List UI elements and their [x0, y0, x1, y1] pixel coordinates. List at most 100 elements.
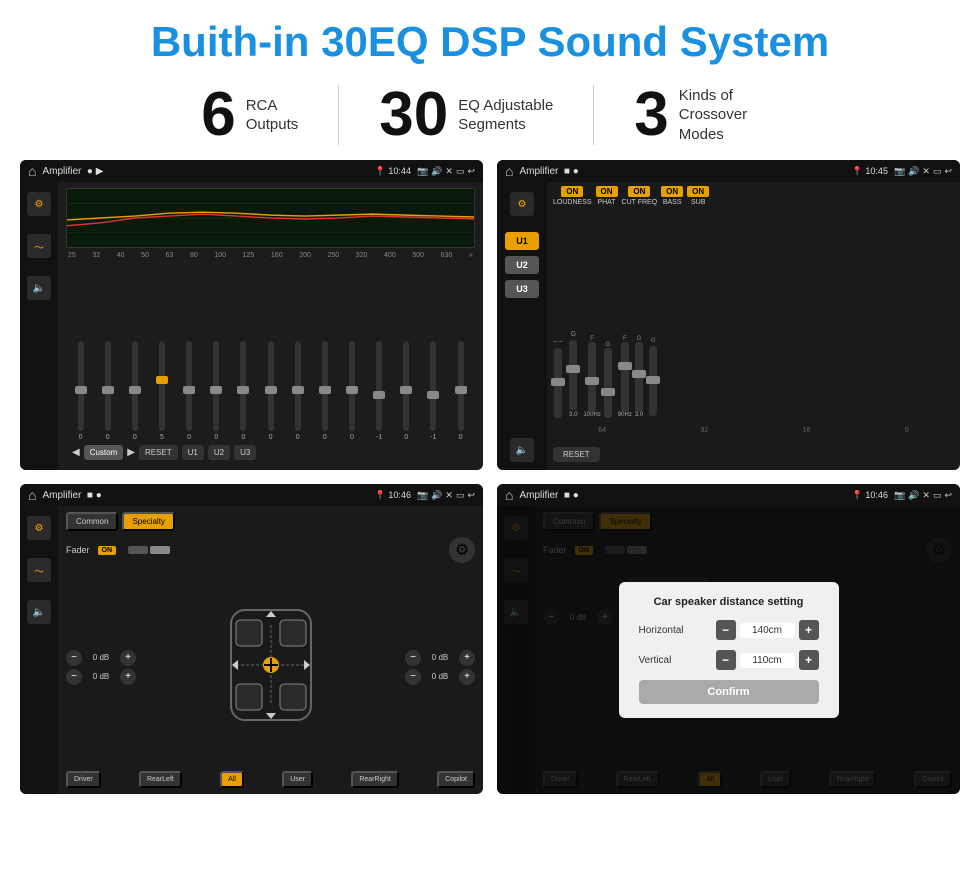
back-icon[interactable]: ↩: [467, 166, 475, 177]
cutfreq-toggle[interactable]: ON CUT FREQ: [622, 186, 658, 206]
eq-icon[interactable]: ⚙: [27, 192, 51, 216]
eq-slider-8[interactable]: 0: [258, 341, 283, 441]
camera-icon: 📷: [417, 166, 428, 177]
eq-slider-11[interactable]: 0: [339, 341, 364, 441]
speaker-icon-3[interactable]: 🔈: [27, 600, 51, 624]
status-bar-4: ⌂ Amplifier ■ ● 📍 10:46 📷 🔊 ✕ ▭ ↩: [497, 484, 960, 506]
eq-slider-2[interactable]: 0: [95, 341, 120, 441]
cutfreq-label: CUT FREQ: [622, 199, 658, 206]
vertical-value: 110cm: [740, 653, 795, 668]
sub-toggle[interactable]: ON SUB: [687, 186, 709, 206]
eq-icon-2[interactable]: ⚙: [510, 192, 534, 216]
sub-on: ON: [687, 186, 709, 197]
speaker-icon-2[interactable]: 🔈: [510, 438, 534, 462]
cutfreq-on: ON: [628, 186, 650, 197]
copilot-button[interactable]: Copilot: [437, 771, 475, 788]
eq-slider-15[interactable]: 0: [448, 341, 473, 441]
custom-button[interactable]: Custom: [84, 445, 124, 460]
stats-row: 6 RCAOutputs 30 EQ AdjustableSegments 3 …: [0, 76, 980, 160]
settings-icon[interactable]: ⚙: [449, 537, 475, 563]
prev-icon[interactable]: ◀: [72, 447, 80, 458]
user-button[interactable]: User: [282, 771, 313, 788]
vol-fr-minus[interactable]: −: [405, 650, 421, 666]
stat-rca-number: 6: [201, 84, 235, 146]
back-icon-2[interactable]: ↩: [944, 166, 952, 177]
fader-on-toggle[interactable]: ON: [98, 546, 117, 555]
next-icon[interactable]: ▶: [127, 447, 135, 458]
u1-button-eq[interactable]: U1: [182, 445, 204, 460]
fader-controls: − 0 dB + − 0 dB +: [66, 569, 475, 765]
tab-common[interactable]: Common: [66, 512, 118, 531]
vertical-minus[interactable]: −: [716, 650, 736, 670]
confirm-button[interactable]: Confirm: [639, 680, 819, 704]
reset-button-eq[interactable]: RESET: [139, 445, 178, 460]
vol-fl-minus[interactable]: −: [66, 650, 82, 666]
minus-icon-2: ▭: [933, 166, 942, 177]
back-icon-3[interactable]: ↩: [467, 490, 475, 501]
vertical-control: − 110cm +: [716, 650, 819, 670]
wave-icon[interactable]: 〜: [27, 234, 51, 258]
eq-slider-3[interactable]: 0: [122, 341, 147, 441]
eq-slider-4[interactable]: 5: [149, 341, 174, 441]
fader-header: Fader ON ⚙: [66, 537, 475, 563]
close-icon-2: ✕: [922, 166, 930, 177]
screen1-time: 📍 10:44: [375, 166, 411, 177]
screen4-time: 📍 10:46: [852, 490, 888, 501]
screen-dialog: ⌂ Amplifier ■ ● 📍 10:46 📷 🔊 ✕ ▭ ↩ ⚙ 〜 🔈 …: [497, 484, 960, 794]
screen2-time: 📍 10:45: [852, 166, 888, 177]
status-icons-2: 📷 🔊 ✕ ▭ ↩: [894, 166, 952, 177]
phat-toggle[interactable]: ON PHAT: [596, 186, 618, 206]
eq-icon-3[interactable]: ⚙: [27, 516, 51, 540]
fader-main: Common Specialty Fader ON ⚙ −: [58, 506, 483, 794]
home-icon-4[interactable]: ⌂: [505, 487, 513, 503]
tab-specialty[interactable]: Specialty: [122, 512, 174, 531]
phat-on: ON: [596, 186, 618, 197]
driver-button[interactable]: Driver: [66, 771, 101, 788]
home-icon-2[interactable]: ⌂: [505, 163, 513, 179]
vol-rr-minus[interactable]: −: [405, 669, 421, 685]
wave-icon-3[interactable]: 〜: [27, 558, 51, 582]
home-icon-3[interactable]: ⌂: [28, 487, 36, 503]
eq-slider-13[interactable]: 0: [394, 341, 419, 441]
vol-rl-minus[interactable]: −: [66, 669, 82, 685]
rearright-button[interactable]: RearRight: [351, 771, 399, 788]
u2-btn[interactable]: U2: [505, 256, 539, 274]
amp-sidebar: ⚙ U1 U2 U3 🔈: [497, 182, 547, 470]
vol-rl-plus[interactable]: +: [120, 669, 136, 685]
eq-slider-9[interactable]: 0: [285, 341, 310, 441]
eq-slider-10[interactable]: 0: [312, 341, 337, 441]
phat-label: PHAT: [597, 199, 615, 206]
eq-slider-12[interactable]: -1: [367, 341, 392, 441]
eq-slider-1[interactable]: 0: [68, 341, 93, 441]
car-diagram: [144, 605, 397, 730]
horizontal-minus[interactable]: −: [716, 620, 736, 640]
eq-slider-7[interactable]: 0: [231, 341, 256, 441]
home-icon[interactable]: ⌂: [28, 163, 36, 179]
back-icon-4[interactable]: ↩: [944, 490, 952, 501]
vol-control-right: − 0 dB + − 0 dB +: [405, 650, 475, 685]
u1-btn[interactable]: U1: [505, 232, 539, 250]
u2-button-eq[interactable]: U2: [208, 445, 230, 460]
vol-fl-plus[interactable]: +: [120, 650, 136, 666]
loudness-toggle[interactable]: ON LOUDNESS: [553, 186, 592, 206]
volume-icon-3: 🔊: [431, 490, 442, 501]
vol-rr-value: 0 dB: [425, 672, 455, 681]
rearleft-button[interactable]: RearLeft: [139, 771, 182, 788]
horizontal-plus[interactable]: +: [799, 620, 819, 640]
u3-btn[interactable]: U3: [505, 280, 539, 298]
eq-slider-14[interactable]: -1: [421, 341, 446, 441]
u3-button-eq[interactable]: U3: [234, 445, 256, 460]
vol-rr-plus[interactable]: +: [459, 669, 475, 685]
reset-button-amp[interactable]: RESET: [553, 447, 600, 462]
vol-fr-plus[interactable]: +: [459, 650, 475, 666]
eq-slider-5[interactable]: 0: [177, 341, 202, 441]
all-button[interactable]: All: [220, 771, 244, 788]
eq-slider-6[interactable]: 0: [204, 341, 229, 441]
bass-toggle[interactable]: ON BASS: [661, 186, 683, 206]
vertical-label: Vertical: [639, 655, 699, 666]
vertical-plus[interactable]: +: [799, 650, 819, 670]
screen-amp: ⌂ Amplifier ■ ● 📍 10:45 📷 🔊 ✕ ▭ ↩ ⚙ U1 U…: [497, 160, 960, 470]
bass-label: BASS: [663, 199, 682, 206]
status-bar-2: ⌂ Amplifier ■ ● 📍 10:45 📷 🔊 ✕ ▭ ↩: [497, 160, 960, 182]
speaker-icon[interactable]: 🔈: [27, 276, 51, 300]
